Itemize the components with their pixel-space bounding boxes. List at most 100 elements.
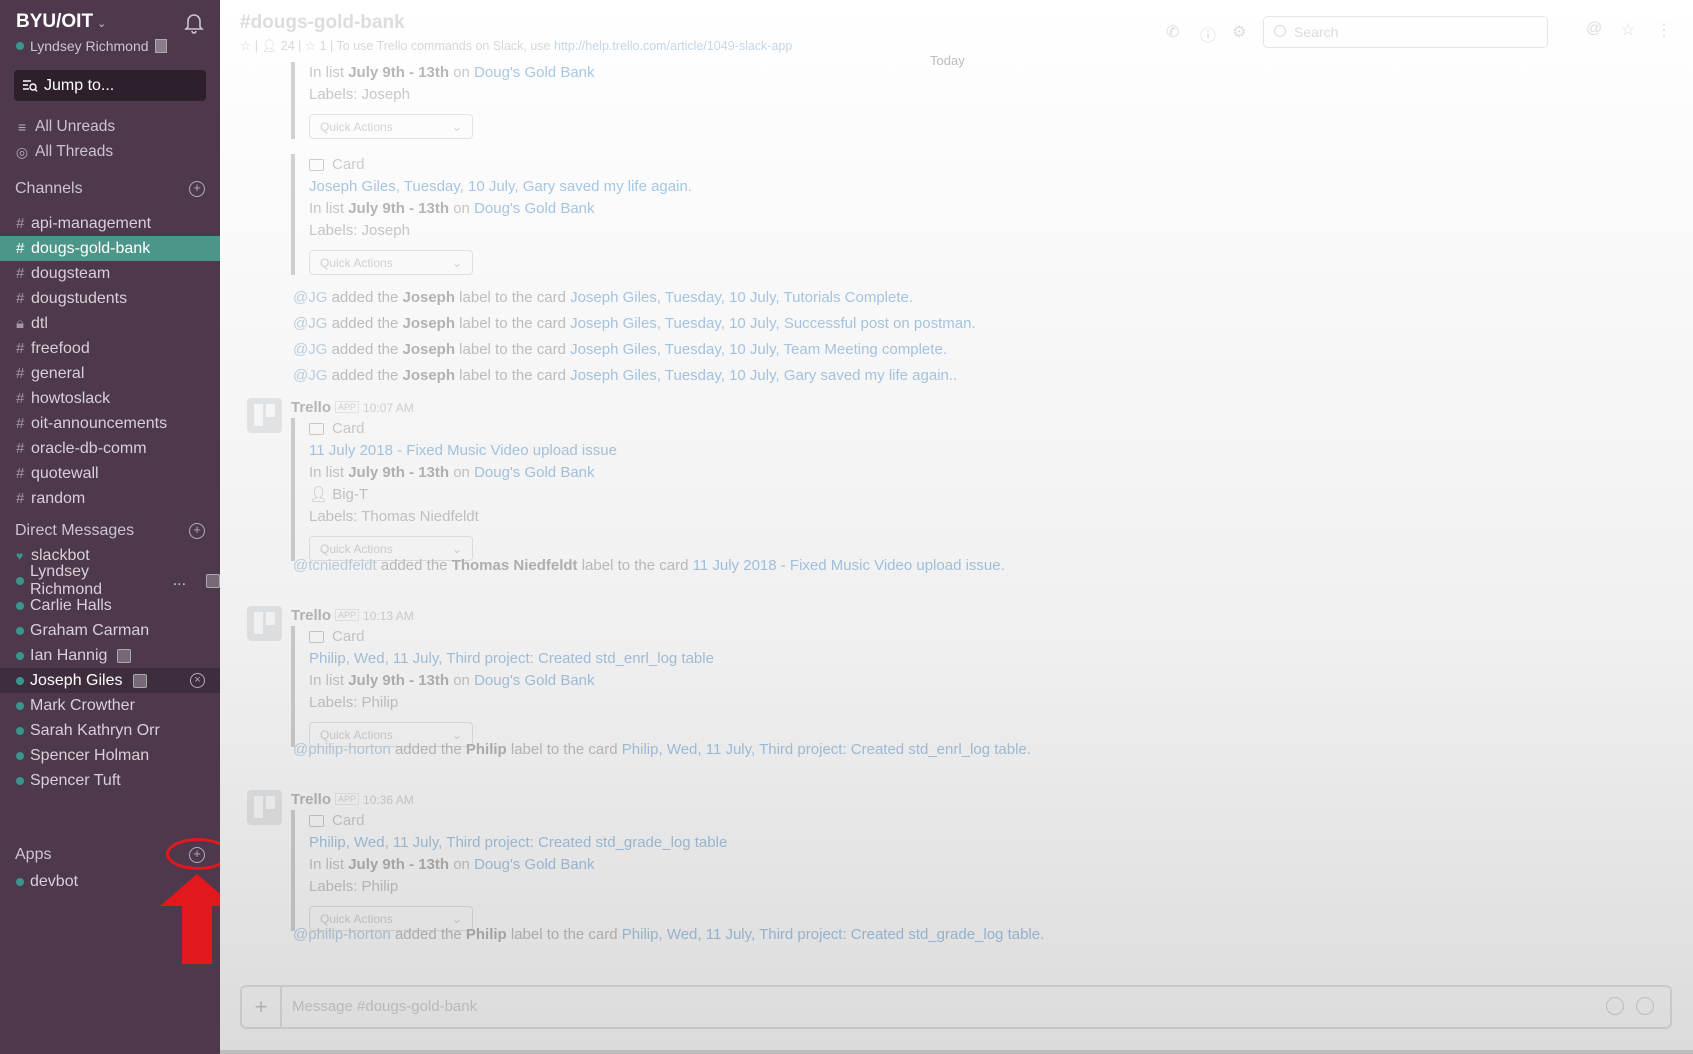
all-threads-link[interactable]: ◎ All Threads <box>0 140 220 164</box>
card-link[interactable]: Joseph Giles, Tuesday, 10 July, Team Mee… <box>570 341 947 358</box>
attach-plus-icon[interactable]: + <box>242 987 282 1027</box>
user-mention[interactable]: @JG <box>293 367 327 384</box>
user-mention[interactable]: @tcniedfeldt <box>293 557 377 574</box>
user-mention[interactable]: @JG <box>293 315 327 332</box>
dm-spencer-holman[interactable]: Spencer Holman <box>0 743 220 768</box>
sidebar-channel-oit-announcements[interactable]: # oit-announcements <box>0 411 220 436</box>
sidebar-channel-howtoslack[interactable]: # howtoslack <box>0 386 220 411</box>
all-unreads-link[interactable]: ≡ All Unreads <box>0 115 220 139</box>
sidebar-channel-freefood[interactable]: # freefood <box>0 336 220 361</box>
channel-title[interactable]: #dougs-gold-bank <box>240 12 405 34</box>
sidebar-channel-random[interactable]: # random <box>0 486 220 511</box>
dm-label: Mark Crowther <box>30 696 135 714</box>
card-labels: Labels: Philip <box>309 878 399 895</box>
phone-icon[interactable]: ✆ <box>1166 22 1179 42</box>
search-input[interactable]: Search <box>1263 16 1548 48</box>
card-link[interactable]: Joseph Giles, Tuesday, 10 July, Tutorial… <box>570 289 913 306</box>
channel-label: howtoslack <box>31 389 111 407</box>
gear-icon[interactable]: ⚙ <box>1232 22 1246 42</box>
pin-icon[interactable]: ☆ <box>305 39 316 53</box>
all-unreads-icon: ≡ <box>17 119 27 135</box>
close-icon[interactable]: × <box>190 673 205 688</box>
message-input[interactable]: Message #dougs-gold-bank <box>292 998 477 1015</box>
sidebar-channel-quotewall[interactable]: # quotewall <box>0 461 220 486</box>
team-menu[interactable]: BYU/OIT ⌄ <box>16 11 106 33</box>
user-mention[interactable]: @philip-horton <box>293 741 391 758</box>
trello-avatar[interactable] <box>247 790 282 825</box>
dm-ian-hannig[interactable]: Ian Hannig <box>0 643 220 668</box>
star-icon[interactable]: ☆ <box>240 39 251 53</box>
user-mention[interactable]: @JG <box>293 341 327 358</box>
members-icon[interactable]: 👤︎ <box>261 39 277 53</box>
jump-to-button[interactable]: Jump to... <box>14 70 206 101</box>
card-title-link[interactable]: Joseph Giles, Tuesday, 10 July, Gary sav… <box>309 176 692 198</box>
mention-icon[interactable] <box>1606 997 1624 1015</box>
trello-avatar[interactable] <box>247 398 282 433</box>
timestamp[interactable]: 10:07 AM <box>363 401 414 415</box>
activity-line: @philip-horton added the Philip label to… <box>293 741 1031 758</box>
direct-messages-header[interactable]: Direct Messages <box>15 522 134 540</box>
mentions-icon[interactable]: @ <box>1586 20 1602 38</box>
card-title-link[interactable]: Philip, Wed, 11 July, Third project: Cre… <box>309 832 727 854</box>
current-user[interactable]: Lyndsey Richmond <box>16 38 167 54</box>
timestamp[interactable]: 10:36 AM <box>363 793 414 807</box>
card-title-link[interactable]: 11 July 2018 - Fixed Music Video upload … <box>309 440 617 462</box>
trello-avatar[interactable] <box>247 606 282 641</box>
dm-spencer-tuft[interactable]: Spencer Tuft <box>0 768 220 793</box>
activity-line: @tcniedfeldt added the Thomas Niedfeldt … <box>293 557 1005 574</box>
board-link[interactable]: Doug's Gold Bank <box>474 856 594 873</box>
sender-name[interactable]: Trello <box>291 791 331 808</box>
card-link[interactable]: Joseph Giles, Tuesday, 10 July, Gary sav… <box>570 367 957 384</box>
card-header: Card <box>309 154 692 176</box>
card-link[interactable]: Joseph Giles, Tuesday, 10 July, Successf… <box>570 315 976 332</box>
card-icon <box>309 159 324 171</box>
board-link[interactable]: Doug's Gold Bank <box>474 464 594 481</box>
sidebar-channel-dtl[interactable]: 🔒︎ dtl <box>0 311 220 336</box>
board-link[interactable]: Doug's Gold Bank <box>474 200 594 217</box>
board-link[interactable]: Doug's Gold Bank <box>474 672 594 689</box>
sidebar-channel-api-management[interactable]: # api-management <box>0 211 220 236</box>
sidebar-channel-oracle-db-comm[interactable]: # oracle-db-comm <box>0 436 220 461</box>
member-count[interactable]: 24 <box>281 39 295 53</box>
dm-carlie-halls[interactable]: Carlie Halls <box>0 593 220 618</box>
dm-sarah-kathryn-orr[interactable]: Sarah Kathryn Orr <box>0 718 220 743</box>
sender-name[interactable]: Trello <box>291 399 331 416</box>
card-link[interactable]: 11 July 2018 - Fixed Music Video upload … <box>693 557 1005 574</box>
info-icon[interactable]: ⓘ <box>1200 22 1216 46</box>
bell-icon[interactable] <box>184 12 204 34</box>
apps-header[interactable]: Apps <box>15 846 51 864</box>
app-devbot[interactable]: devbot <box>0 869 220 894</box>
dm-lyndsey-richmond[interactable]: Lyndsey Richmond... <box>0 563 220 598</box>
channels-header[interactable]: Channels <box>15 180 83 198</box>
more-icon[interactable]: ⋮ <box>1656 20 1672 40</box>
card-link[interactable]: Philip, Wed, 11 July, Third project: Cre… <box>622 741 1031 758</box>
dm-mark-crowther[interactable]: Mark Crowther <box>0 693 220 718</box>
card-link[interactable]: Philip, Wed, 11 July, Third project: Cre… <box>622 926 1044 943</box>
quick-actions-dropdown[interactable]: Quick Actions ⌄ <box>309 114 473 139</box>
window-bottom-edge <box>220 1050 1693 1054</box>
sidebar-channel-dougs-gold-bank[interactable]: # dougs-gold-bank <box>0 236 220 261</box>
add-channel-plus-icon[interactable]: + <box>189 181 205 197</box>
sidebar-channel-dougsteam[interactable]: # dougsteam <box>0 261 220 286</box>
topic-link[interactable]: http://help.trello.com/article/1049-slac… <box>554 39 792 53</box>
emoji-icon[interactable] <box>1636 997 1654 1015</box>
chevron-down-icon: ⌄ <box>451 119 462 134</box>
sidebar-channel-general[interactable]: # general <box>0 361 220 386</box>
quick-actions-dropdown[interactable]: Quick Actions ⌄ <box>309 250 473 275</box>
board-link[interactable]: Doug's Gold Bank <box>474 64 594 81</box>
dm-graham-carman[interactable]: Graham Carman <box>0 618 220 643</box>
user-mention[interactable]: @JG <box>293 289 327 306</box>
timestamp[interactable]: 10:13 AM <box>363 609 414 623</box>
add-dm-plus-icon[interactable]: + <box>189 523 205 539</box>
presence-dot <box>16 726 24 735</box>
message-composer[interactable]: + Message #dougs-gold-bank <box>240 985 1672 1029</box>
pin-count[interactable]: 1 <box>320 39 327 53</box>
sidebar-channel-dougstudents[interactable]: # dougstudents <box>0 286 220 311</box>
team-name: BYU/OIT <box>16 11 94 32</box>
sender-name[interactable]: Trello <box>291 607 331 624</box>
user-mention[interactable]: @philip-horton <box>293 926 391 943</box>
dm-joseph-giles[interactable]: Joseph Giles × <box>0 668 220 693</box>
starred-icon[interactable]: ☆ <box>1621 20 1635 40</box>
card-title-link[interactable]: Philip, Wed, 11 July, Third project: Cre… <box>309 648 714 670</box>
search-icon <box>1274 25 1286 37</box>
